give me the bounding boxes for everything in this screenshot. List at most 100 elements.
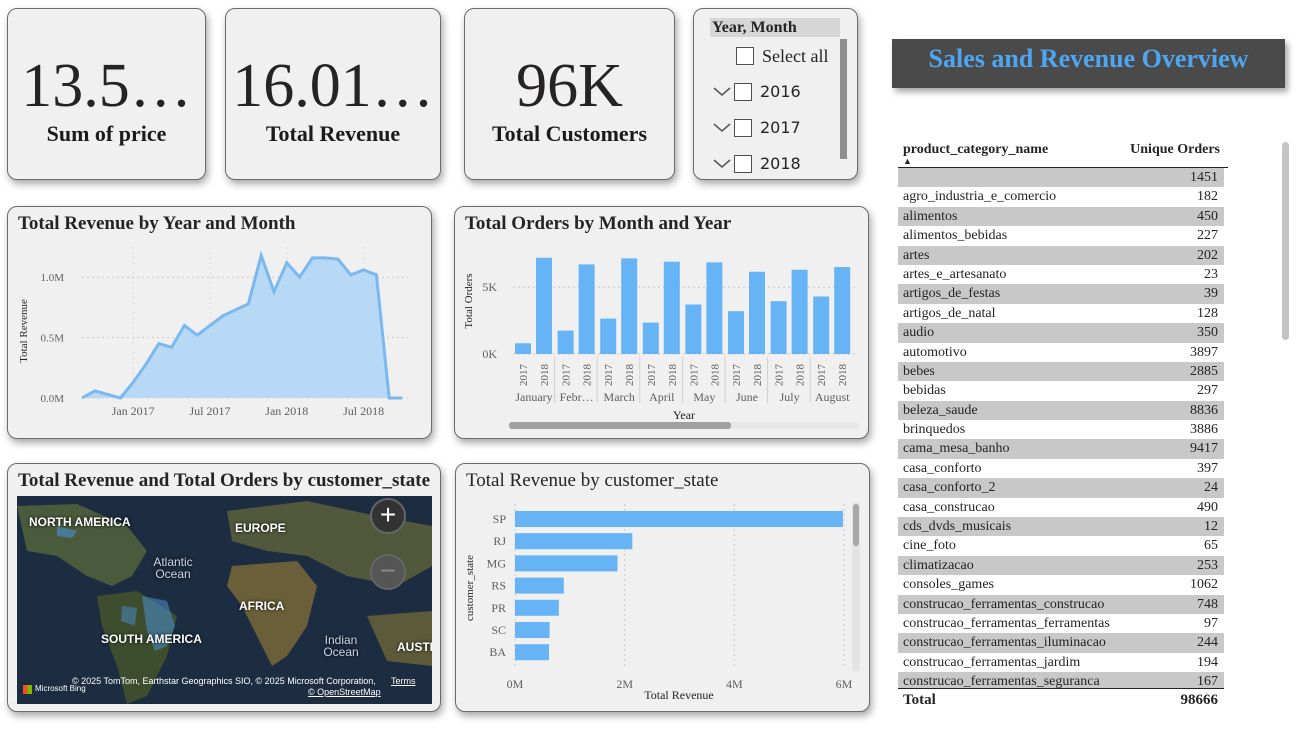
table-row[interactable]: artes 202	[898, 245, 1224, 265]
state-bar[interactable]	[515, 599, 559, 616]
orders-bar[interactable]	[600, 318, 617, 354]
orders-bar[interactable]	[834, 267, 851, 354]
table-row[interactable]: bebidas 297	[898, 381, 1224, 401]
orders-bar-plot[interactable]: 0K 5K Total Orders 2017 2018 January 2017 2018 F…	[455, 207, 870, 440]
table-row[interactable]: cds_dvds_musicais 12	[898, 517, 1224, 537]
checkbox[interactable]	[736, 47, 754, 65]
orders-bar[interactable]	[642, 322, 659, 354]
slicer-scrollbar[interactable]	[840, 39, 847, 159]
table-row[interactable]: 1451	[898, 168, 1224, 188]
table-row[interactable]: construcao_ferramentas_iluminacao 244	[898, 633, 1224, 653]
slicer-item-2018[interactable]: 2018	[710, 152, 801, 176]
cell-category: agro_industria_e_comercio	[903, 189, 1057, 205]
orders-bar[interactable]	[813, 296, 830, 354]
terms-link[interactable]: Terms	[391, 676, 416, 686]
x-tick-month-label: April	[649, 390, 675, 404]
table-row[interactable]: cine_foto 65	[898, 536, 1224, 556]
slicer-item-select-all[interactable]: Select all	[736, 44, 828, 68]
checkbox[interactable]	[734, 155, 752, 173]
revenue-by-year-month-chart[interactable]: Total Revenue by Year and Month 0.0M 0.5M…	[7, 206, 432, 439]
x-axis-label: Total Revenue	[644, 688, 713, 702]
sort-ascending-icon[interactable]: ▲	[903, 156, 912, 166]
x-tick-month-label: July	[780, 390, 800, 404]
state-bar[interactable]	[515, 511, 843, 527]
table-row[interactable]: beleza_saude 8836	[898, 400, 1224, 421]
column-header-category[interactable]: product_category_name	[903, 142, 1048, 158]
orders-bar[interactable]	[728, 311, 744, 354]
state-bar[interactable]	[515, 622, 550, 638]
orders-bar[interactable]	[621, 258, 638, 354]
chevron-down-icon[interactable]	[710, 152, 734, 176]
table-row[interactable]: artigos_de_natal 128	[898, 303, 1224, 324]
zoom-in-button[interactable]: +	[370, 498, 406, 534]
state-bar[interactable]	[515, 533, 633, 550]
x-tick-month-label: May	[693, 390, 715, 404]
orders-bar[interactable]	[770, 301, 787, 354]
kpi-label: Total Revenue	[265, 121, 401, 146]
table-row[interactable]: audio 350	[898, 323, 1224, 343]
chevron-down-icon[interactable]	[710, 80, 734, 104]
map-canvas[interactable]: NORTH AMERICA EUROPE Atlantic Ocean AFRI…	[17, 496, 432, 704]
table-row[interactable]: construcao_ferramentas_jardim 194	[898, 652, 1224, 673]
orders-by-month-year-chart[interactable]: Total Orders by Month and Year 0K 5K Total…	[454, 206, 869, 439]
table-row[interactable]: construcao_ferramentas_seguranca 167	[898, 672, 1224, 688]
checkbox[interactable]	[734, 83, 752, 101]
table-row[interactable]: agro_industria_e_comercio 182	[898, 187, 1224, 207]
cell-unique-orders: 194	[1197, 654, 1218, 670]
osm-link[interactable]: © OpenStreetMap	[308, 687, 381, 697]
category-orders-table[interactable]: product_category_name ▲ Unique Orders 14…	[898, 140, 1228, 710]
table-row[interactable]: alimentos 450	[898, 206, 1224, 227]
orders-bar[interactable]	[749, 271, 765, 354]
orders-bar[interactable]	[663, 261, 680, 354]
scrollbar-thumb[interactable]	[509, 422, 731, 429]
kpi-card-sum-of-price[interactable]: 13.5… Sum of price	[7, 8, 206, 180]
table-scrollbar[interactable]	[1282, 142, 1289, 340]
orders-bar[interactable]	[557, 330, 574, 354]
map-label-africa: AFRICA	[239, 599, 285, 613]
kpi-card-total-revenue[interactable]: 16.01… Total Revenue	[225, 8, 441, 180]
chevron-down-icon[interactable]	[710, 116, 734, 140]
table-row[interactable]: artes_e_artesanato 23	[898, 264, 1224, 285]
table-row[interactable]: construcao_ferramentas_ferramentas 97	[898, 613, 1224, 634]
table-row[interactable]: bebes 2885	[898, 361, 1224, 382]
table-row[interactable]: climatizacao 253	[898, 555, 1224, 576]
kpi-card-total-customers[interactable]: 96K Total Customers	[464, 8, 675, 180]
column-header-unique-orders[interactable]: Unique Orders	[1130, 142, 1220, 158]
orders-bar[interactable]	[515, 343, 531, 354]
state-bar[interactable]	[515, 644, 549, 661]
table-row[interactable]: casa_conforto 397	[898, 458, 1224, 479]
orders-bar[interactable]	[791, 269, 808, 354]
cell-category: brinquedos	[903, 422, 966, 438]
zoom-out-button[interactable]: −	[370, 554, 406, 590]
state-bar[interactable]	[515, 555, 618, 572]
table-row[interactable]: casa_construcao 490	[898, 497, 1224, 518]
slicer-item-2017[interactable]: 2017	[710, 116, 801, 140]
checkbox[interactable]	[734, 119, 752, 137]
x-tick-year-label: 2017	[688, 364, 700, 387]
revenue-by-state-chart[interactable]: Total Revenue by customer_state 0M 2M 4M 6M…	[455, 463, 870, 712]
table-row[interactable]: artigos_de_festas 39	[898, 284, 1224, 304]
table-total-row: Total 98666	[898, 688, 1224, 710]
table-row[interactable]: alimentos_bebidas 227	[898, 226, 1224, 246]
scrollbar-thumb[interactable]	[853, 504, 859, 546]
kpi-value: 13.5…	[21, 52, 192, 120]
orders-bar[interactable]	[578, 264, 595, 354]
y-tick-label: 0.0M	[40, 393, 64, 405]
table-row[interactable]: cama_mesa_banho 9417	[898, 439, 1224, 459]
orders-bar[interactable]	[706, 262, 723, 354]
table-row[interactable]: consoles_games 1062	[898, 575, 1224, 595]
state-bar[interactable]	[515, 577, 564, 594]
y-tick-label: 1.0M	[40, 272, 64, 284]
cell-unique-orders: 1451	[1190, 170, 1218, 185]
year-month-slicer[interactable]: Year, Month Select all 2016 2017 2018	[693, 8, 858, 180]
revenue-orders-map[interactable]: Total Revenue and Total Orders by custom…	[7, 463, 441, 712]
revenue-line-plot[interactable]: 0.0M 0.5M 1.0M Jan 2017 Jul 2017 Jan 2018 Jul …	[8, 207, 433, 440]
state-bar-plot[interactable]: 0M 2M 4M 6M SP RJ MG RS PR SC BA Total Revenue custo…	[456, 464, 871, 713]
table-row[interactable]: automotivo 3897	[898, 342, 1224, 362]
table-row[interactable]: casa_conforto_2 24	[898, 478, 1224, 498]
table-row[interactable]: brinquedos 3886	[898, 420, 1224, 440]
orders-bar[interactable]	[685, 304, 702, 354]
orders-bar[interactable]	[536, 257, 552, 354]
slicer-item-2016[interactable]: 2016	[710, 80, 801, 104]
table-row[interactable]: construcao_ferramentas_construcao 748	[898, 594, 1224, 614]
